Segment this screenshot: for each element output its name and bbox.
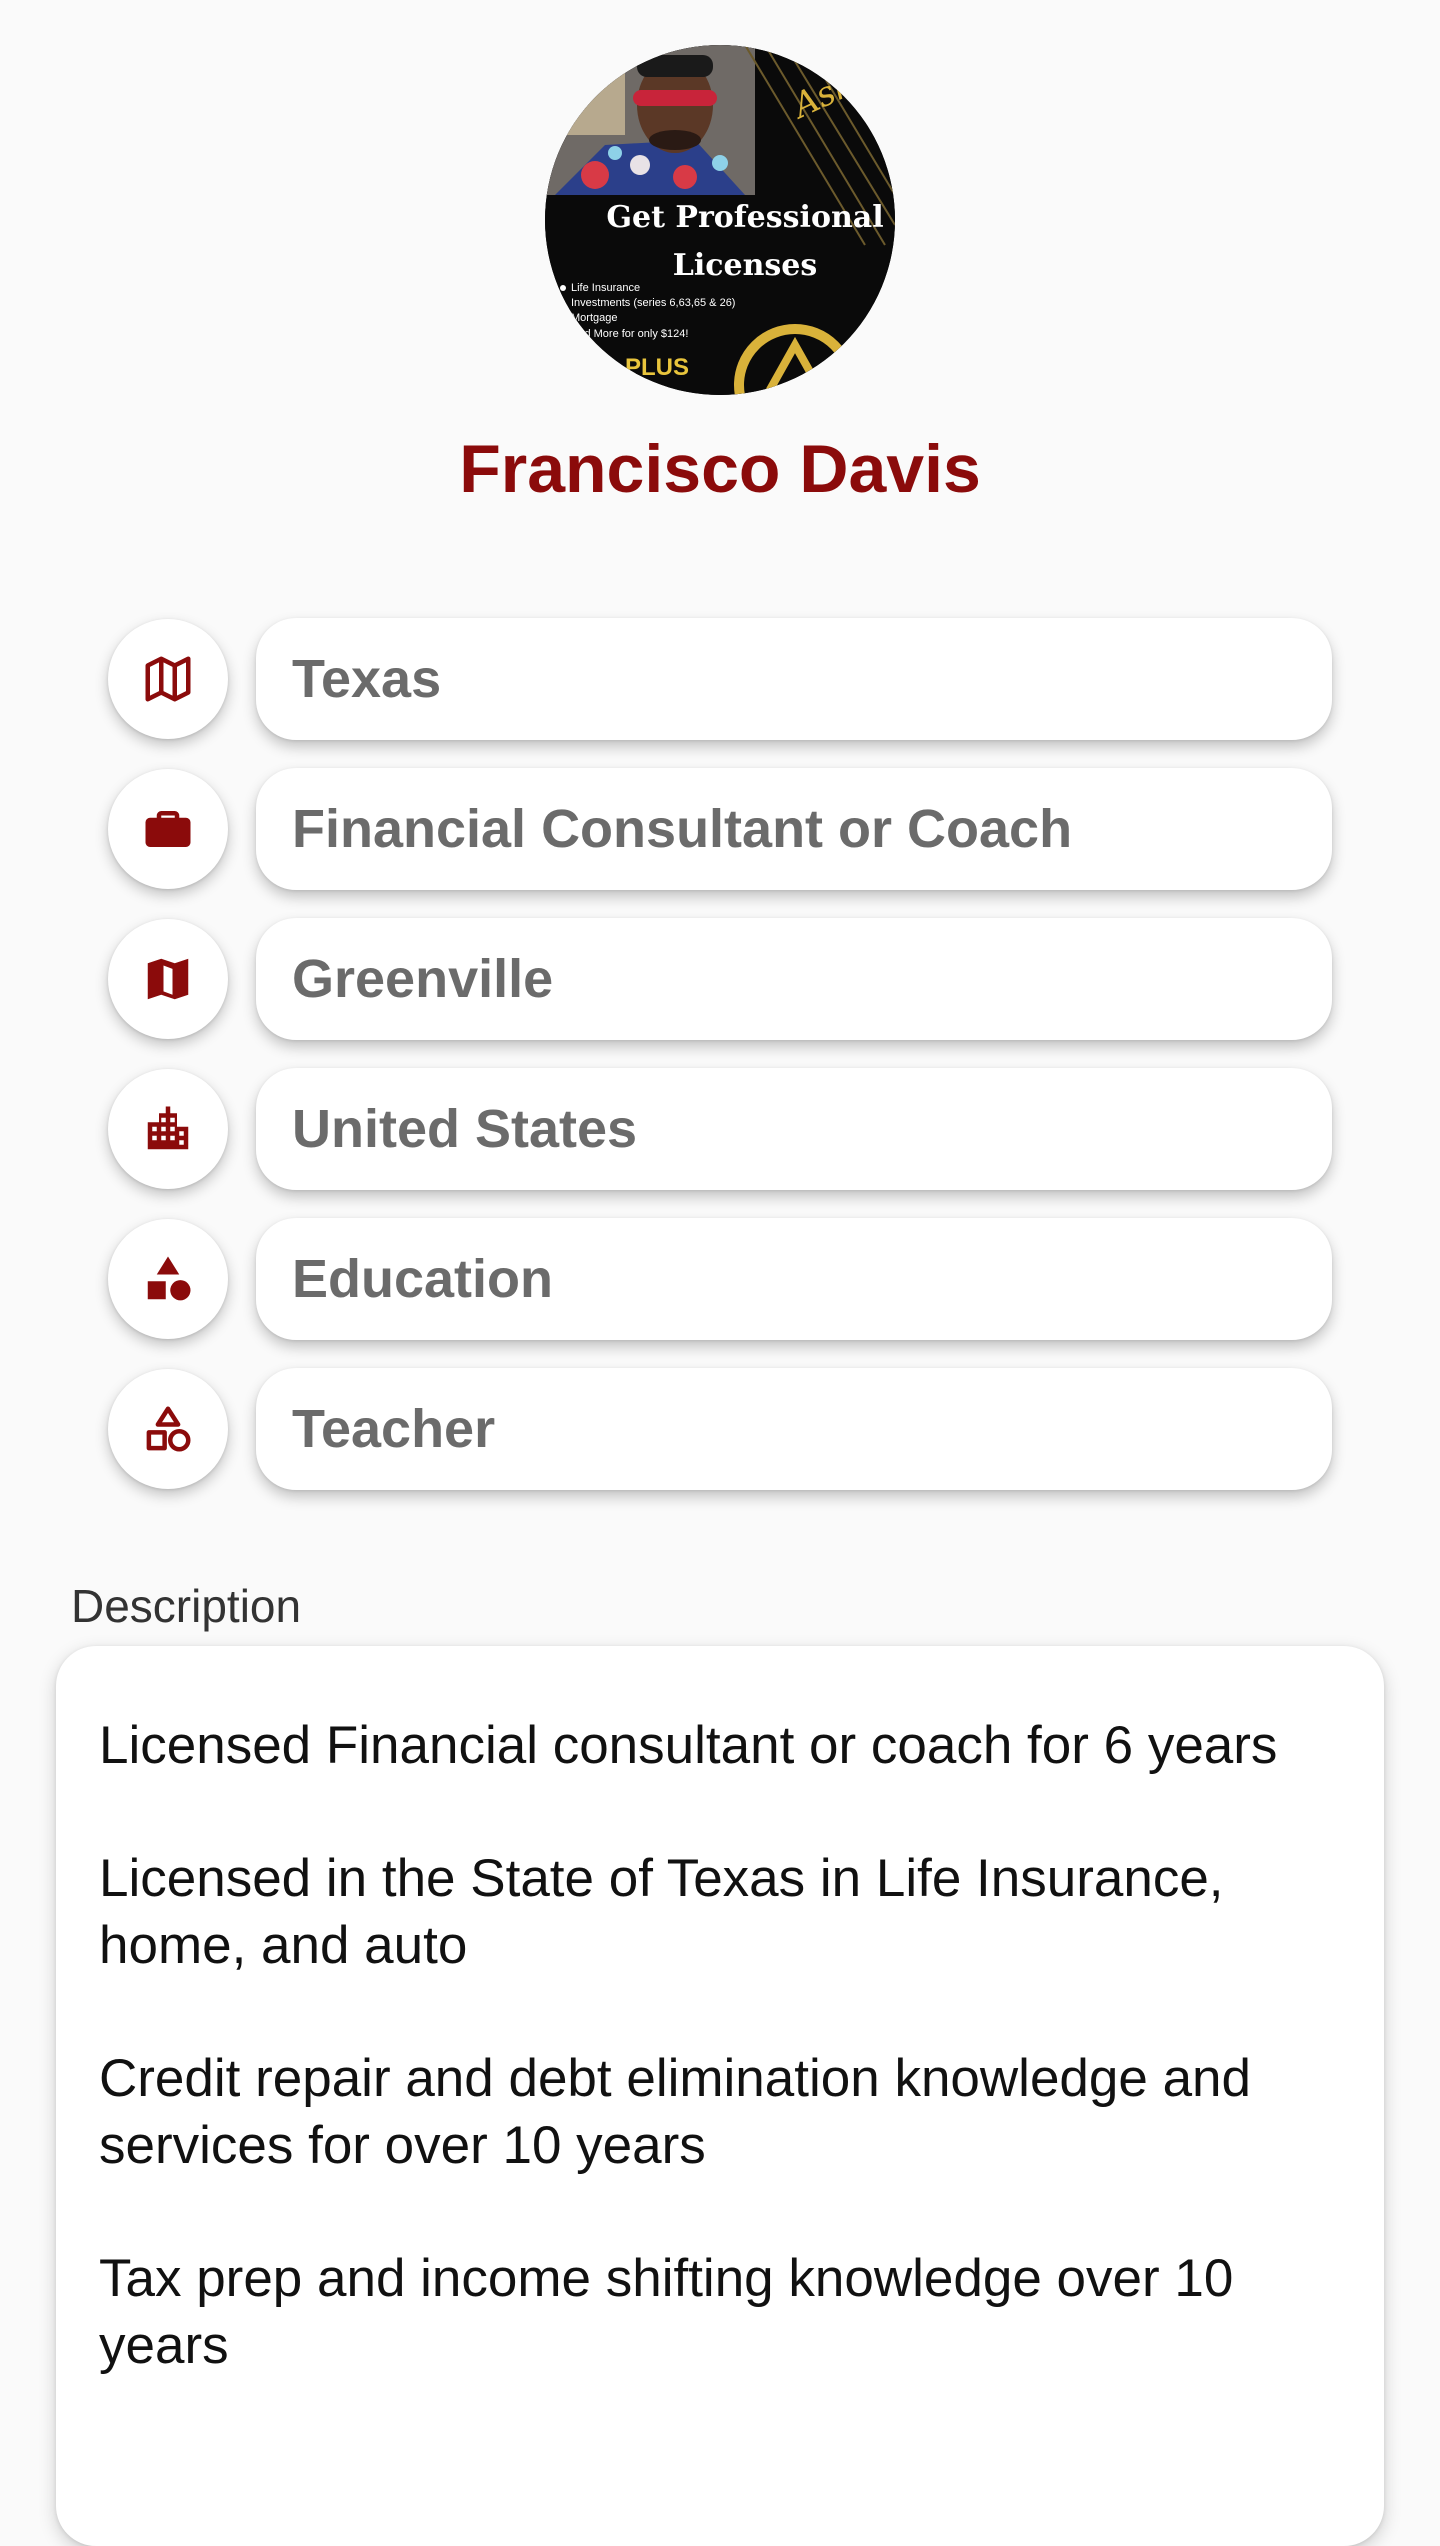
- map-icon: [108, 619, 228, 739]
- avatar-bullet: Investments (series 6,63,65 & 26): [571, 297, 735, 309]
- avatar-headline-2: Licenses: [673, 248, 818, 283]
- building-icon: [108, 1069, 228, 1189]
- detail-row-role: Teacher: [108, 1368, 1332, 1490]
- description-paragraph: Credit repair and debt elimination knowl…: [99, 2049, 1251, 2175]
- state-field[interactable]: Texas: [256, 618, 1332, 740]
- role-field[interactable]: Teacher: [256, 1368, 1332, 1490]
- description-label: Description: [71, 1580, 302, 1632]
- description-paragraph: Tax prep and income shifting knowledge o…: [99, 2249, 1234, 2375]
- country-field[interactable]: United States: [256, 1068, 1332, 1190]
- avatar-bullet: Life Insurance: [571, 282, 640, 294]
- profile-avatar[interactable]: Ask Me How Get Professional Licenses Lif…: [545, 45, 895, 395]
- description-card: Licensed Financial consultant or coach f…: [56, 1646, 1384, 2546]
- industry-field[interactable]: Education: [256, 1218, 1332, 1340]
- avatar-bullet: Mortgage: [571, 312, 617, 324]
- map-filled-icon: [108, 919, 228, 1039]
- avatar-bullet: And More for only $124!: [571, 328, 688, 340]
- avatar-badge: PLUS: [625, 354, 689, 381]
- avatar-headline-1: Get Professional: [606, 200, 883, 235]
- briefcase-icon: [108, 769, 228, 889]
- profession-field[interactable]: Financial Consultant or Coach: [256, 768, 1332, 890]
- detail-row-profession: Financial Consultant or Coach: [108, 768, 1332, 890]
- profile-name: Francisco Davis: [459, 431, 981, 507]
- description-paragraph: Licensed Financial consultant or coach f…: [99, 1716, 1278, 1775]
- detail-row-state: Texas: [108, 618, 1332, 740]
- shapes-outline-icon: [108, 1369, 228, 1489]
- city-field[interactable]: Greenville: [256, 918, 1332, 1040]
- detail-row-country: United States: [108, 1068, 1332, 1190]
- detail-row-city: Greenville: [108, 918, 1332, 1040]
- description-paragraph: Licensed in the State of Texas in Life I…: [99, 1849, 1224, 1975]
- detail-row-industry: Education: [108, 1218, 1332, 1340]
- description-text: Licensed Financial consultant or coach f…: [99, 1712, 1359, 2445]
- avatar-image: Ask Me How Get Professional Licenses Lif…: [545, 45, 895, 395]
- shapes-filled-icon: [108, 1219, 228, 1339]
